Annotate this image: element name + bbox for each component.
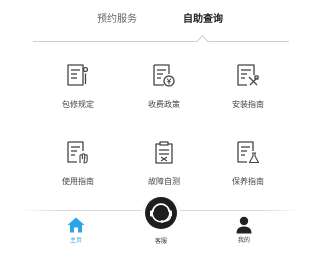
grid-item-installation-guide[interactable]: 安装指南 xyxy=(208,64,288,118)
document-hand-icon xyxy=(67,141,88,164)
nav-label-customer-service: 客服 xyxy=(154,238,167,245)
grid-item-label: 安装指南 xyxy=(232,100,264,109)
grid-item-label: 收费政策 xyxy=(148,100,180,109)
document-checklist-icon xyxy=(155,141,173,164)
grid-item-maintenance-guide[interactable]: 保养指南 xyxy=(208,141,288,195)
nav-item-mine[interactable]: 我的 xyxy=(224,216,264,256)
grid-item-fee-policy[interactable]: 收费政策 xyxy=(124,64,204,118)
person-icon xyxy=(236,216,252,234)
self-service-page: 预约服务 自助查询 包修规定 收费政策 安装指南 使用指南 故障自测 保养指南 … xyxy=(0,0,321,261)
tab-self-service-query[interactable]: 自助查询 xyxy=(183,13,223,27)
grid-item-label: 包修规定 xyxy=(62,100,94,109)
grid-item-warranty-rules[interactable]: 包修规定 xyxy=(38,64,118,118)
document-flask-icon xyxy=(237,141,259,164)
document-yen-icon xyxy=(153,64,175,87)
headset-icon xyxy=(145,197,177,229)
grid-item-label: 使用指南 xyxy=(62,177,94,186)
document-wrench-icon xyxy=(67,64,89,86)
nav-label-mine: 我的 xyxy=(237,237,250,244)
nav-item-home[interactable]: 主页 xyxy=(56,216,96,256)
grid-item-label: 保养指南 xyxy=(232,177,264,186)
bottom-nav: 主页 客服 我的 xyxy=(0,197,321,261)
document-tools-icon xyxy=(237,64,259,86)
nav-label-home: 主页 xyxy=(69,237,82,244)
active-tab-indicator xyxy=(196,35,209,48)
home-icon xyxy=(67,217,85,233)
tab-divider xyxy=(33,41,289,42)
tab-bar: 预约服务 自助查询 xyxy=(0,0,321,48)
grid-item-label: 故障自测 xyxy=(148,177,180,186)
grid-item-user-guide[interactable]: 使用指南 xyxy=(38,141,118,195)
grid-item-fault-self-test[interactable]: 故障自测 xyxy=(124,141,204,195)
nav-item-customer-service[interactable]: 客服 xyxy=(141,196,181,245)
tab-appointment-service[interactable]: 预约服务 xyxy=(97,13,137,27)
